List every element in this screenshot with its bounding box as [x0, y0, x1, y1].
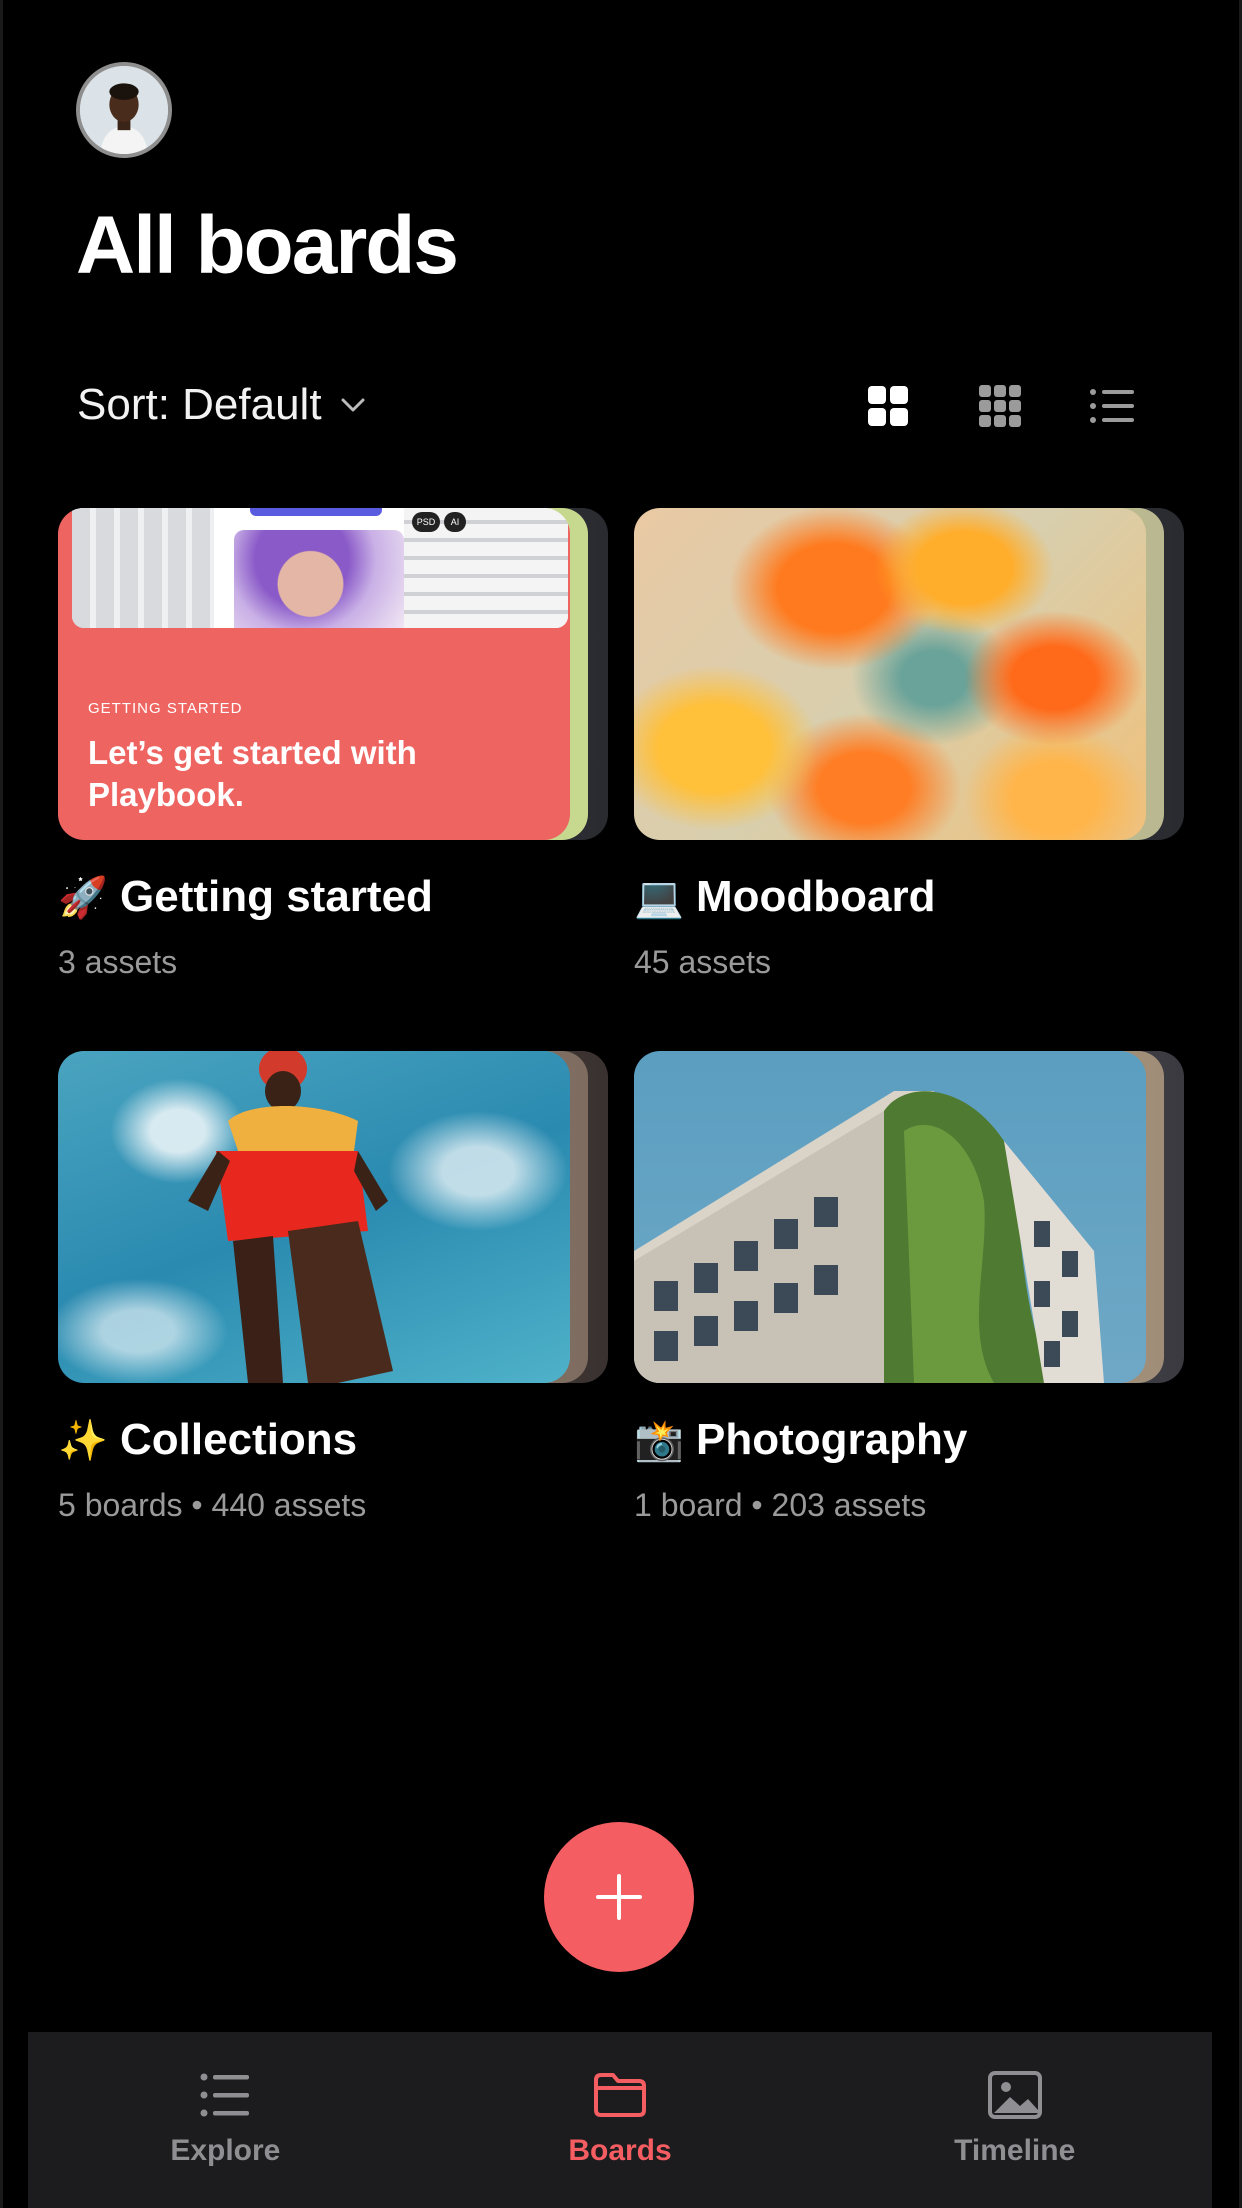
board-meta: 5 boards • 440 assets [58, 1487, 367, 1523]
board-thumbnail [58, 1051, 570, 1383]
plus-icon [596, 1874, 642, 1920]
avatar-photo [80, 66, 168, 154]
board-title-text: Getting started [120, 872, 433, 921]
sort-label: Sort: Default [77, 380, 322, 429]
small-grid-icon [979, 385, 1021, 427]
building-photo [634, 1091, 1104, 1383]
tab-label: Boards [568, 2134, 672, 2167]
board-meta: 45 assets [634, 944, 771, 980]
laptop-icon: 💻 [634, 875, 684, 920]
board-meta: 3 assets [58, 944, 178, 980]
board-card-getting-started[interactable]: PSD AI GETTING STARTED Let’s get started… [58, 508, 608, 981]
tab-boards[interactable]: Boards [423, 2032, 818, 2208]
board-thumbnail-stack: PSD AI GETTING STARTED Let’s get started… [58, 508, 608, 840]
sparkles-icon: ✨ [58, 1418, 108, 1463]
thumbnail-headline: Let’s get started with Playbook. [88, 734, 417, 813]
board-thumbnail-stack [58, 1051, 608, 1383]
board-card-moodboard[interactable]: 💻 Moodboard 45 assets [634, 508, 1184, 981]
tab-timeline[interactable]: Timeline [817, 2032, 1212, 2208]
profile-avatar[interactable] [76, 62, 172, 158]
view-mode-toggles [864, 382, 1136, 430]
board-card-collections[interactable]: ✨ Collections 5 boards • 440 assets [58, 1051, 608, 1524]
list-icon [200, 2073, 250, 2117]
board-title-text: Photography [696, 1415, 968, 1464]
board-thumbnail [634, 1051, 1146, 1383]
board-thumbnail-stack [634, 508, 1184, 840]
board-thumbnail: PSD AI GETTING STARTED Let’s get started… [58, 508, 570, 840]
tab-label: Timeline [954, 2134, 1076, 2167]
board-thumbnail-stack [634, 1051, 1184, 1383]
board-title-text: Moodboard [696, 872, 936, 921]
sort-dropdown[interactable]: Sort: Default [77, 380, 370, 430]
bottom-tab-bar: Explore Boards Timeline [28, 2032, 1212, 2208]
board-meta: 1 board • 203 assets [634, 1487, 927, 1523]
tab-label: Explore [170, 2134, 281, 2167]
facade-photo: PSD AI [404, 508, 568, 628]
board-title-text: Collections [120, 1415, 358, 1464]
board-title: ✨ Collections [58, 1415, 608, 1465]
rocket-icon: 🚀 [58, 875, 108, 920]
small-grid-view-button[interactable] [976, 382, 1024, 430]
list-view-button[interactable] [1088, 382, 1136, 430]
list-view-icon [1090, 389, 1134, 423]
psd-badge: PSD [412, 512, 440, 532]
image-icon [987, 2071, 1042, 2119]
board-title: 📸 Photography [634, 1415, 1184, 1465]
board-title: 💻 Moodboard [634, 872, 1184, 922]
portrait-photo [214, 508, 404, 628]
board-card-photography[interactable]: 📸 Photography 1 board • 203 assets [634, 1051, 1184, 1524]
folder-icon [594, 2073, 646, 2117]
page-title: All boards [76, 200, 459, 291]
person-photo [188, 1051, 393, 1383]
thumbnail-photo-strip: PSD AI [72, 508, 568, 628]
board-title: 🚀 Getting started [58, 872, 608, 922]
accent-bar [250, 508, 382, 516]
building-photo [72, 508, 214, 628]
chevron-down-icon [341, 398, 365, 412]
camera-flash-icon: 📸 [634, 1418, 684, 1463]
tab-explore[interactable]: Explore [28, 2032, 423, 2208]
add-board-button[interactable] [544, 1822, 694, 1972]
ai-badge: AI [444, 512, 466, 532]
large-grid-view-button[interactable] [864, 382, 912, 430]
large-grid-icon [868, 386, 908, 426]
portrait-face [234, 530, 404, 628]
board-thumbnail [634, 508, 1146, 840]
thumbnail-eyebrow: GETTING STARTED [88, 700, 243, 717]
